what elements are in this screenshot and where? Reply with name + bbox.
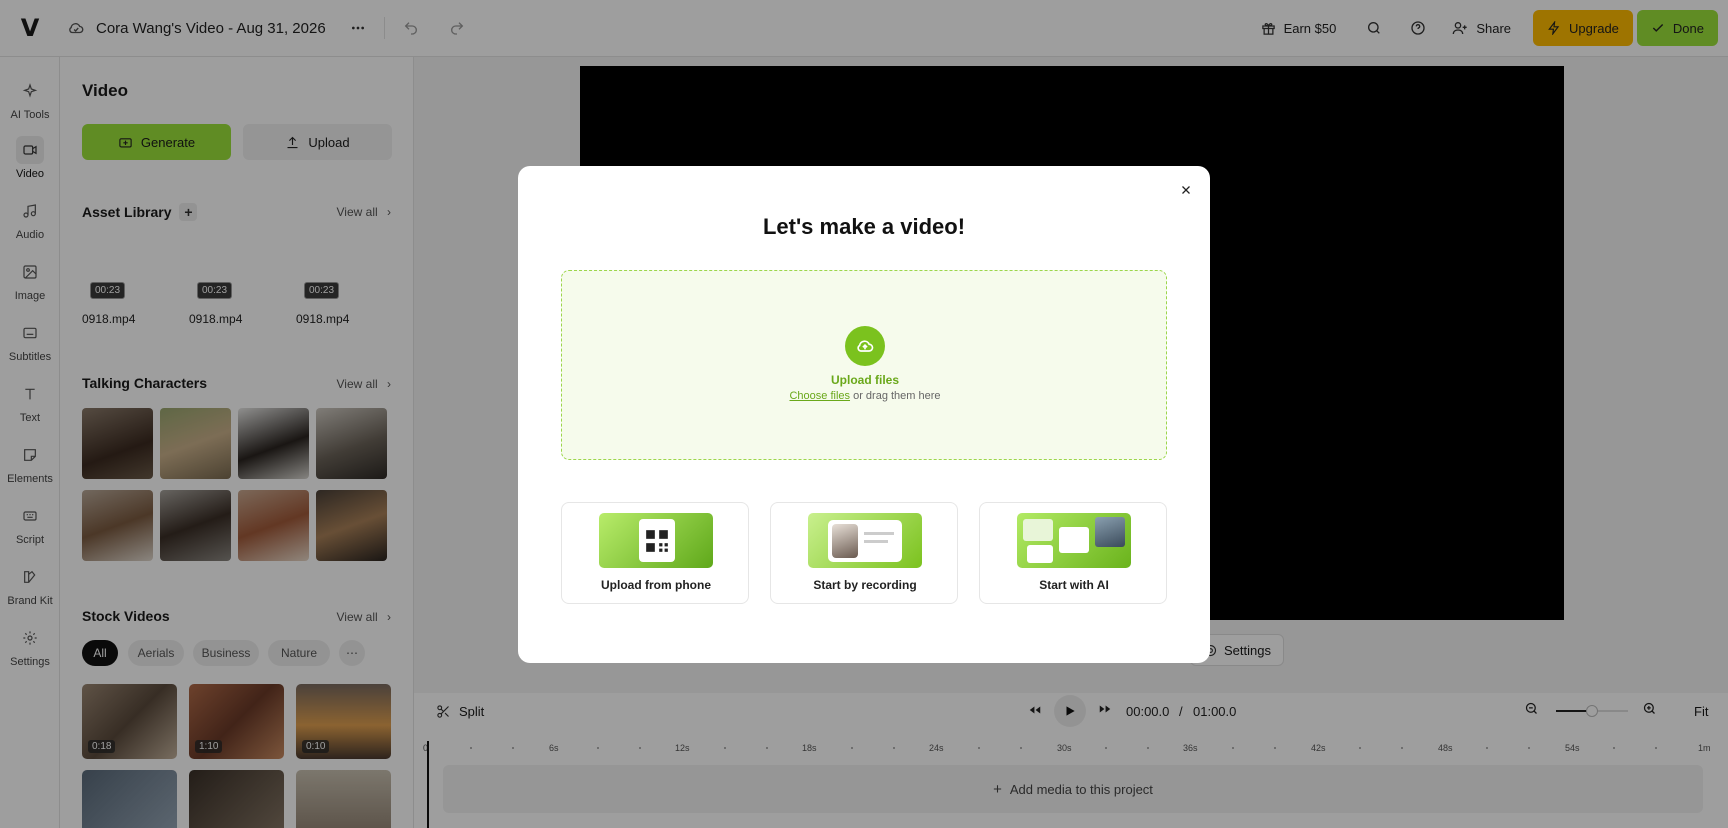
ai-illustration: [1017, 513, 1131, 568]
qr-code-icon: [639, 519, 675, 562]
close-icon[interactable]: [1174, 178, 1198, 202]
drag-hint: or drag them here: [853, 390, 941, 402]
text-line: [864, 540, 888, 543]
phone-qr-illustration: [599, 513, 713, 568]
recording-illustration: [808, 513, 922, 568]
ai-tile: [1095, 517, 1125, 547]
recording-window: [828, 520, 902, 562]
text-line: [864, 532, 894, 535]
file-drop-zone[interactable]: Upload files Choose files or drag them h…: [561, 270, 1167, 460]
modal-title: Let's make a video!: [762, 214, 966, 239]
start-by-recording-card[interactable]: Start by recording: [770, 502, 958, 604]
start-with-ai-card[interactable]: Start with AI: [979, 502, 1167, 604]
upload-from-phone-card[interactable]: Upload from phone: [561, 502, 749, 604]
choose-files-link[interactable]: Choose files: [789, 390, 850, 402]
card-label: Upload from phone: [601, 578, 711, 592]
ai-tile: [1023, 519, 1053, 541]
upload-hint: Choose files or drag them here: [562, 390, 1168, 402]
card-label: Start with AI: [1039, 578, 1109, 592]
ai-tile: [1027, 545, 1053, 563]
ai-tile: [1059, 527, 1089, 553]
create-video-modal: Let's make a video! Upload files Choose …: [518, 166, 1210, 663]
recording-avatar: [832, 524, 858, 558]
cloud-upload-icon[interactable]: [845, 326, 885, 366]
upload-files-label: Upload files: [830, 373, 899, 387]
card-label: Start by recording: [813, 578, 917, 592]
